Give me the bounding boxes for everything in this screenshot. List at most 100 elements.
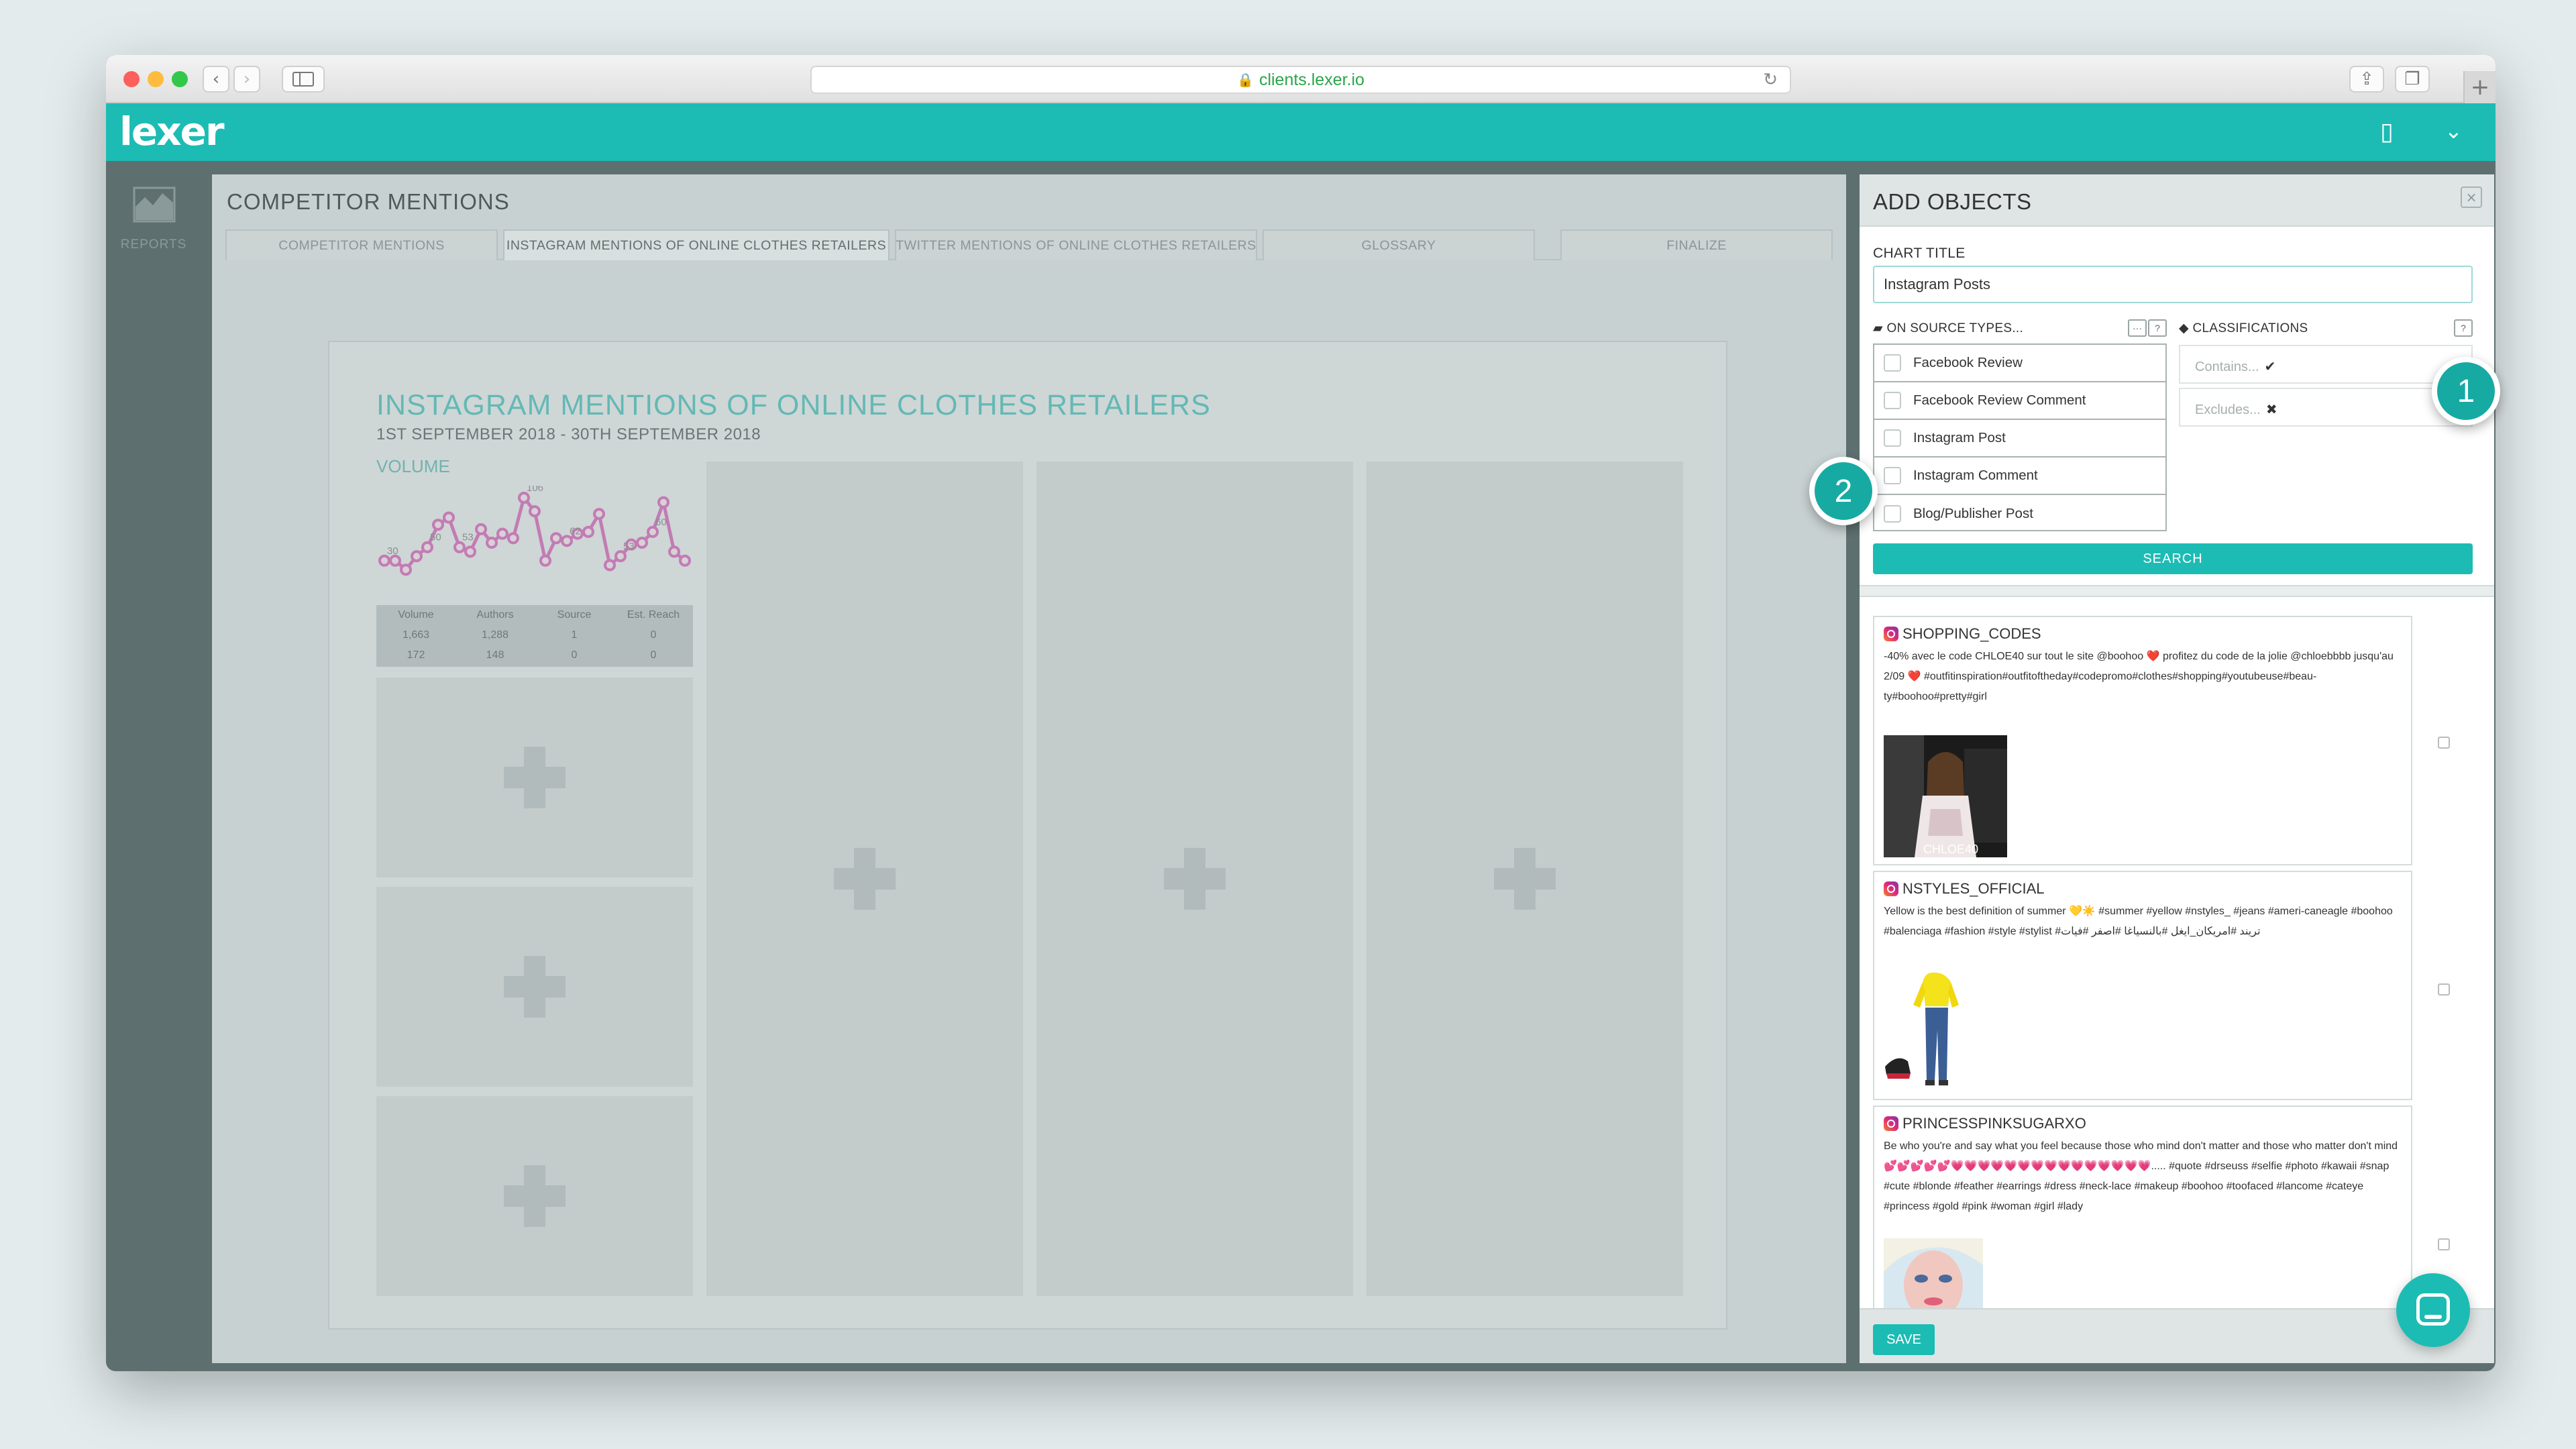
data-point[interactable] xyxy=(668,545,680,558)
data-point[interactable] xyxy=(561,535,573,547)
address-bar[interactable]: 🔒 clients.lexer.io ↻ xyxy=(810,66,1791,94)
data-point[interactable] xyxy=(443,511,455,524)
checkmark-icon: ✔ xyxy=(2264,358,2276,374)
reload-icon[interactable]: ↻ xyxy=(1763,70,1778,90)
new-tab-button[interactable]: + xyxy=(2463,71,2496,103)
tag-icon: ◆ xyxy=(2179,321,2189,335)
data-point[interactable] xyxy=(400,564,412,576)
plus-icon xyxy=(504,747,566,808)
add-widget-slot[interactable] xyxy=(376,678,693,877)
forward-button[interactable]: › xyxy=(233,66,260,93)
select-post-checkbox[interactable] xyxy=(2438,1238,2450,1250)
instagram-icon xyxy=(1884,1116,1898,1131)
source-type-option[interactable]: Facebook Review xyxy=(1874,345,2165,382)
data-point[interactable] xyxy=(529,505,541,518)
excludes-label: Excludes... xyxy=(2195,402,2261,417)
source-type-option[interactable]: Instagram Post xyxy=(1874,420,2165,458)
help-button[interactable]: ? xyxy=(2148,319,2167,337)
tab-twitter-mentions[interactable]: TWITTER MENTIONS OF ONLINE CLOTHES RETAI… xyxy=(895,229,1257,260)
sidebar-icon xyxy=(292,72,314,87)
data-point[interactable] xyxy=(486,537,498,549)
add-widget-slot[interactable] xyxy=(706,462,1023,1296)
data-point[interactable] xyxy=(657,496,669,508)
close-window-button[interactable] xyxy=(123,71,140,87)
data-point[interactable] xyxy=(604,559,616,572)
data-point[interactable] xyxy=(378,554,390,567)
data-point[interactable] xyxy=(496,527,508,540)
data-point[interactable] xyxy=(582,525,594,538)
minimize-window-button[interactable] xyxy=(148,71,164,87)
tab-competitor-mentions[interactable]: COMPETITOR MENTIONS xyxy=(225,229,498,260)
checkbox[interactable] xyxy=(1884,392,1901,409)
select-post-checkbox[interactable] xyxy=(2438,983,2450,996)
add-widget-slot[interactable] xyxy=(1036,462,1353,1296)
checkbox[interactable] xyxy=(1884,467,1901,484)
panel-header: ADD OBJECTS × xyxy=(1860,174,2494,227)
add-widget-slot[interactable] xyxy=(1366,462,1683,1296)
source-types-label: ON SOURCE TYPES... xyxy=(1886,321,2024,335)
stats-header: Authors xyxy=(476,609,514,621)
source-more-button[interactable]: ··· xyxy=(2128,319,2147,337)
data-point[interactable] xyxy=(679,554,691,567)
back-button[interactable]: ‹ xyxy=(203,66,229,93)
plus-icon xyxy=(1494,848,1556,910)
data-point[interactable] xyxy=(475,523,487,535)
stats-cell: 1,663 xyxy=(402,629,430,641)
tab-instagram-mentions[interactable]: INSTAGRAM MENTIONS OF ONLINE CLOTHES RET… xyxy=(503,229,890,260)
excludes-field[interactable]: Excludes... ✖ xyxy=(2179,388,2473,427)
tabs-icon: ❐ xyxy=(2404,69,2420,89)
contains-field[interactable]: Contains... ✔ xyxy=(2179,345,2473,384)
sidebar-item-label: REPORTS xyxy=(120,237,187,252)
data-point[interactable] xyxy=(389,554,401,567)
tab-finalize[interactable]: FINALIZE xyxy=(1560,229,1833,260)
checkbox[interactable] xyxy=(1884,505,1901,523)
classifications-heading: ◆ CLASSIFICATIONS xyxy=(2179,321,2308,336)
data-point[interactable] xyxy=(647,525,659,538)
close-icon[interactable]: × xyxy=(2461,186,2482,208)
data-point[interactable] xyxy=(636,537,648,549)
data-point[interactable] xyxy=(539,554,551,567)
data-point[interactable] xyxy=(518,492,530,504)
data-point[interactable] xyxy=(432,519,444,531)
source-type-option[interactable]: Blog/Publisher Post xyxy=(1874,495,2165,533)
share-button[interactable]: ⇪ xyxy=(2349,66,2384,93)
tabs-overview-button[interactable]: ❐ xyxy=(2395,66,2430,93)
list-item[interactable]: SHOPPING_CODES -40% avec le code CHLOE40… xyxy=(1873,616,2412,865)
save-button[interactable]: SAVE xyxy=(1873,1324,1935,1355)
plus-icon xyxy=(1164,848,1226,910)
add-widget-slot[interactable] xyxy=(376,887,693,1087)
source-type-label: Facebook Review xyxy=(1913,355,2023,370)
list-item[interactable]: PRINCESSPINKSUGARXO Be who you're and sa… xyxy=(1873,1106,2412,1308)
list-item[interactable]: NSTYLES_OFFICIAL Yellow is the best defi… xyxy=(1873,871,2412,1100)
data-point[interactable] xyxy=(507,532,519,545)
zoom-window-button[interactable] xyxy=(172,71,188,87)
lexer-logo[interactable]: lexer xyxy=(119,109,225,154)
data-point[interactable] xyxy=(593,508,605,521)
widget-title: VOLUME xyxy=(376,456,450,476)
data-point[interactable] xyxy=(421,541,433,553)
data-point[interactable] xyxy=(411,550,423,563)
data-point[interactable] xyxy=(550,532,562,545)
data-point[interactable] xyxy=(453,541,466,553)
source-type-option[interactable]: Instagram Comment xyxy=(1874,458,2165,495)
post-image[interactable]: CHLOE40 xyxy=(1884,735,2007,857)
post-image[interactable] xyxy=(1884,966,1978,1091)
data-point[interactable] xyxy=(614,550,627,563)
chart-title-input[interactable] xyxy=(1873,266,2473,303)
sidebar-toggle-button[interactable] xyxy=(282,66,325,93)
search-button[interactable]: SEARCH xyxy=(1873,543,2473,574)
help-button[interactable]: ? xyxy=(2454,319,2473,337)
chevron-down-icon[interactable]: ⌄ xyxy=(2445,118,2463,144)
tab-glossary[interactable]: GLOSSARY xyxy=(1263,229,1535,260)
volume-line-chart[interactable]: 30 50 53 106 62 53 60 xyxy=(376,486,693,602)
data-point[interactable] xyxy=(464,545,476,558)
checkbox[interactable] xyxy=(1884,354,1901,372)
checkbox[interactable] xyxy=(1884,429,1901,447)
select-post-checkbox[interactable] xyxy=(2438,737,2450,749)
chat-launcher-button[interactable] xyxy=(2396,1273,2470,1347)
plus-icon xyxy=(504,1165,566,1227)
add-widget-slot[interactable] xyxy=(376,1096,693,1296)
post-image[interactable] xyxy=(1884,1238,1983,1308)
source-type-option[interactable]: Facebook Review Comment xyxy=(1874,382,2165,420)
document-icon[interactable]: ▯ xyxy=(2380,118,2394,146)
